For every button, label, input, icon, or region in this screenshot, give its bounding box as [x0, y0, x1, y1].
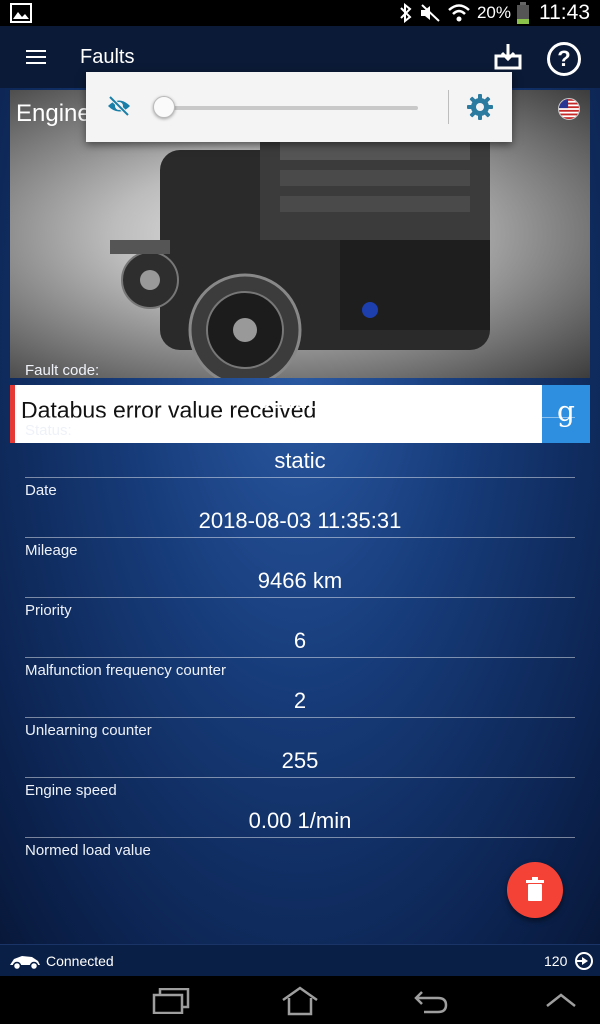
detail-row: Engine speed 0.00 1/min [25, 778, 575, 838]
detail-value: static [274, 448, 326, 473]
connection-status: Connected [46, 953, 114, 969]
detail-label: Malfunction frequency counter [25, 662, 226, 679]
detail-row: Fault code: U112300 [25, 358, 575, 418]
image-notification-icon [10, 3, 32, 23]
detail-value: 255 [281, 748, 319, 773]
mute-icon [420, 4, 440, 22]
detail-row: Priority 6 [25, 598, 575, 658]
detail-value: 2 [293, 688, 307, 713]
detail-row: Unlearning counter 255 [25, 718, 575, 778]
status-bar: 20% 11:43 [0, 0, 600, 26]
detail-label: Normed load value [25, 842, 151, 859]
help-icon[interactable]: ? [547, 42, 581, 76]
detail-label: Status: [25, 422, 72, 439]
slider-thumb[interactable] [153, 96, 175, 118]
detail-row: Date 2018-08-03 11:35:31 [25, 478, 575, 538]
detail-value: 0.00 1/min [248, 808, 352, 833]
detail-label: Unlearning counter [25, 722, 152, 739]
detail-value: 6 [293, 628, 307, 653]
engine-header-title: Engine [16, 100, 91, 127]
clock: 11:43 [539, 1, 590, 24]
menu-icon[interactable] [26, 50, 46, 64]
brightness-slider-popup [86, 72, 512, 142]
gear-icon[interactable] [466, 93, 494, 121]
back-icon[interactable] [412, 988, 448, 1014]
slider-track[interactable] [164, 106, 418, 110]
car-icon [10, 956, 40, 971]
detail-value: 2018-08-03 11:35:31 [198, 508, 402, 533]
us-flag-icon[interactable] [558, 98, 580, 120]
battery-icon [517, 2, 529, 24]
download-icon[interactable] [494, 42, 522, 70]
system-nav-bar [0, 976, 600, 1024]
home-icon[interactable] [281, 986, 319, 1016]
page-title: Faults [80, 46, 135, 68]
connection-indicator-icon [575, 952, 593, 970]
recent-apps-icon[interactable] [152, 988, 190, 1014]
detail-value: U112300 [256, 388, 344, 413]
delete-fault-button[interactable] [507, 862, 563, 918]
detail-row: Status: static [25, 418, 575, 478]
engine-image [110, 130, 490, 378]
trash-icon [526, 877, 544, 901]
connection-count: 120 [544, 953, 568, 969]
battery-percent: 20% [476, 3, 511, 22]
wifi-icon [448, 4, 470, 22]
eye-off-icon[interactable] [106, 95, 132, 117]
connection-bar: Connected 120 [0, 944, 600, 976]
chevron-up-icon[interactable] [545, 992, 577, 1008]
popup-divider [448, 90, 449, 124]
detail-row: Normed load value [25, 838, 575, 874]
detail-label: Mileage [25, 542, 78, 559]
detail-label: Date [25, 482, 57, 499]
detail-label: Priority [25, 602, 72, 619]
detail-label: Fault code: [25, 362, 100, 379]
detail-value: 9466 km [257, 568, 343, 593]
detail-row: Malfunction frequency counter 2 [25, 658, 575, 718]
fault-details: Fault code: U112300 Status: static Date … [25, 358, 575, 874]
detail-row: Mileage 9466 km [25, 538, 575, 598]
bluetooth-icon [400, 3, 412, 23]
detail-label: Engine speed [25, 782, 117, 799]
